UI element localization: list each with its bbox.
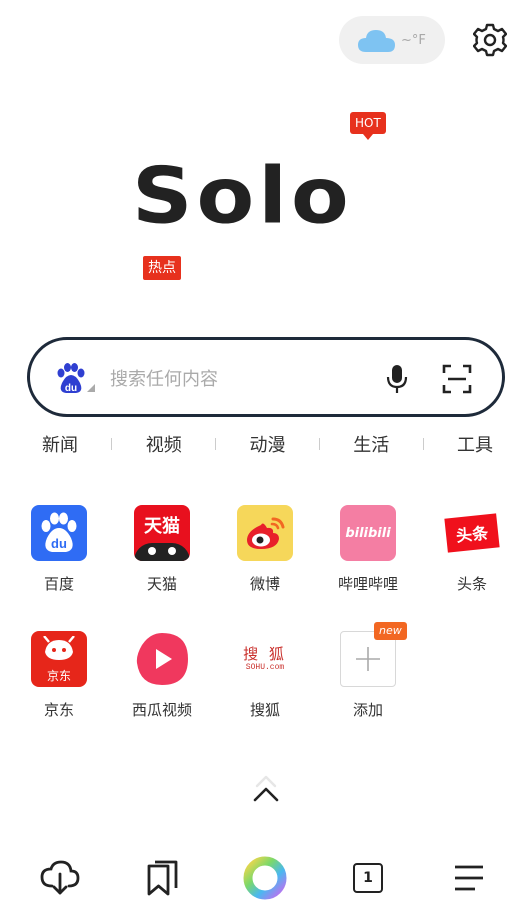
- home-orb-icon: [243, 856, 287, 900]
- category-video[interactable]: 视频: [134, 431, 194, 457]
- search-input[interactable]: [110, 366, 370, 392]
- shortcut-label: 京东: [43, 701, 74, 719]
- shortcut-label: 西瓜视频: [131, 701, 192, 719]
- chevron-up-icon: [253, 775, 279, 802]
- divider: [422, 438, 424, 450]
- scan-icon: [442, 364, 472, 394]
- baidu-icon: du: [31, 505, 87, 561]
- tabs-button[interactable]: 1: [346, 856, 390, 900]
- shortcut-label: 百度: [43, 575, 74, 593]
- shortcut-tmall[interactable]: 天猫 天猫: [112, 505, 212, 605]
- logo-text: Solo: [132, 150, 353, 242]
- home-button[interactable]: [243, 856, 287, 900]
- sohu-icon: 搜 狐 SOHU.com: [243, 645, 287, 672]
- shortcut-label: 天猫: [146, 575, 177, 593]
- bookmark-icon: [147, 860, 178, 896]
- microphone-icon: [386, 365, 408, 393]
- divider: [318, 438, 320, 450]
- toutiao-icon: 头条: [444, 505, 500, 561]
- tmall-icon: 天猫: [134, 505, 190, 561]
- hot-badge: HOT: [350, 112, 386, 140]
- shortcut-sohu[interactable]: 搜 狐 SOHU.com 搜狐: [215, 631, 315, 731]
- shortcut-label: 哔哩哔哩: [337, 575, 398, 593]
- menu-icon: [455, 865, 483, 891]
- hot-topics-tag[interactable]: 热点: [143, 256, 181, 280]
- weibo-icon: [237, 505, 293, 561]
- category-news[interactable]: 新闻: [30, 431, 90, 457]
- tab-count: 1: [363, 870, 373, 886]
- bookmarks-button[interactable]: [141, 856, 185, 900]
- xigua-video-icon: [134, 631, 190, 687]
- category-tools[interactable]: 工具: [445, 431, 505, 457]
- app-logo: Solo: [132, 146, 402, 246]
- shortcut-jd[interactable]: 京东 京东: [9, 631, 109, 731]
- divider: [111, 438, 113, 450]
- engine-dropdown-caret-icon: [87, 384, 95, 392]
- shortcut-label: 头条: [456, 575, 487, 593]
- shortcut-baidu[interactable]: du 百度: [9, 505, 109, 605]
- category-life[interactable]: 生活: [341, 431, 401, 457]
- search-bar[interactable]: du: [27, 337, 505, 417]
- scan-button[interactable]: [442, 364, 472, 394]
- tabs-icon: 1: [353, 863, 383, 893]
- new-badge: new: [374, 622, 407, 640]
- add-shortcut-button[interactable]: 添加: [318, 631, 418, 731]
- category-anime[interactable]: 动漫: [238, 431, 298, 457]
- svg-text:du: du: [51, 536, 67, 551]
- baidu-paw-icon: du: [57, 363, 85, 394]
- engine-label: du: [65, 383, 77, 394]
- menu-button[interactable]: [447, 856, 491, 900]
- bottom-toolbar: 1: [0, 848, 530, 908]
- shortcut-toutiao[interactable]: 头条 头条: [422, 505, 522, 605]
- bilibili-icon: bilibili: [340, 505, 396, 561]
- category-tabs: 新闻 视频 动漫 生活 工具: [30, 428, 505, 460]
- weather-temperature: ~°F: [401, 32, 426, 48]
- weather-widget[interactable]: ~°F: [339, 16, 445, 64]
- download-cloud-icon: [40, 860, 80, 895]
- shortcut-xigua-video[interactable]: 西瓜视频: [112, 631, 212, 731]
- shortcut-weibo[interactable]: 微博: [215, 505, 315, 605]
- expand-feed-button[interactable]: [251, 772, 281, 806]
- jd-icon: 京东: [31, 631, 87, 687]
- search-engine-selector[interactable]: du: [54, 362, 94, 398]
- divider: [215, 438, 217, 450]
- gear-icon: [473, 23, 507, 57]
- cloud-icon: [358, 30, 395, 52]
- shortcut-label: 搜狐: [249, 701, 280, 719]
- settings-button[interactable]: [472, 22, 508, 58]
- shortcut-bilibili[interactable]: bilibili 哔哩哔哩: [318, 505, 418, 605]
- shortcut-label: 添加: [352, 701, 383, 719]
- shortcut-label: 微博: [249, 575, 280, 593]
- voice-search-button[interactable]: [382, 363, 412, 395]
- downloads-button[interactable]: [38, 856, 82, 900]
